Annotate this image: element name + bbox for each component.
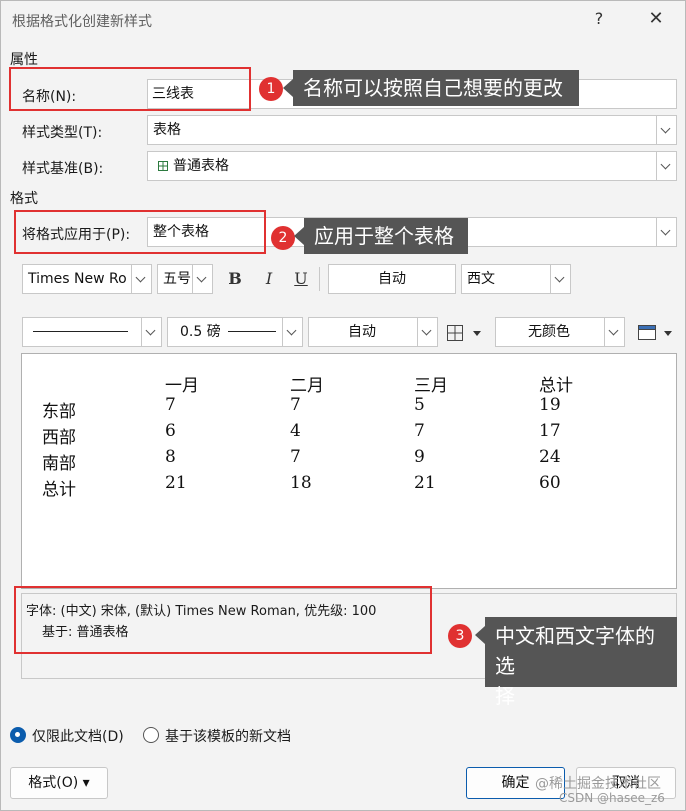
preview-cell: 21 xyxy=(414,473,436,493)
font-size-value: 五号 xyxy=(163,271,191,287)
annotation-callout-3-line2: 择 xyxy=(495,684,515,708)
chevron-down-icon[interactable] xyxy=(604,318,624,346)
annotation-badge-2: 2 xyxy=(271,226,295,250)
line-style-select[interactable] xyxy=(22,317,162,347)
line-weight-value: 0.5 磅 xyxy=(180,324,221,340)
preview-cell: 9 xyxy=(414,447,425,467)
chevron-down-icon[interactable] xyxy=(656,152,676,180)
table-grid-icon xyxy=(158,152,168,180)
annotation-callout-1: 名称可以按照自己想要的更改 xyxy=(283,70,579,106)
table-preview: 一月 二月 三月 总计 东部 7 7 5 19 西部 6 4 7 17 南部 8… xyxy=(21,353,677,589)
chevron-down-icon[interactable] xyxy=(131,265,151,293)
line-weight-sample xyxy=(228,331,276,332)
italic-button[interactable]: I xyxy=(257,267,281,291)
preview-row-label: 东部 xyxy=(42,402,76,422)
font-size-select[interactable]: 五号 xyxy=(157,264,213,294)
annotation-highlight-name xyxy=(9,67,251,111)
line-style-sample xyxy=(33,331,128,332)
border-color-value: 自动 xyxy=(348,324,376,340)
chevron-down-icon[interactable] xyxy=(656,116,676,144)
watermark-csdn: CSDN @hasee_z6 xyxy=(559,791,665,805)
border-color-select[interactable]: 自动 xyxy=(308,317,438,347)
format-section-label: 格式 xyxy=(10,191,38,207)
properties-section-label: 属性 xyxy=(10,52,38,68)
shading-value: 无颜色 xyxy=(528,324,570,340)
this-document-label[interactable]: 仅限此文档(D) xyxy=(32,726,124,746)
script-select[interactable]: 西文 xyxy=(461,264,571,294)
chevron-down-icon[interactable] xyxy=(282,318,302,346)
table-styles-icon[interactable] xyxy=(635,322,677,344)
new-documents-radio[interactable] xyxy=(143,727,159,743)
preview-header-cell: 一月 xyxy=(165,376,199,396)
preview-cell: 6 xyxy=(165,421,176,441)
preview-cell: 7 xyxy=(290,447,301,467)
style-type-value: 表格 xyxy=(153,122,181,138)
this-document-radio[interactable] xyxy=(10,727,26,743)
preview-cell: 18 xyxy=(290,473,312,493)
annotation-callout-3: 中文和西文字体的选 择 xyxy=(475,617,677,708)
chevron-down-icon[interactable] xyxy=(656,218,676,246)
new-documents-label[interactable]: 基于该模板的新文档 xyxy=(165,726,291,746)
chevron-down-icon[interactable] xyxy=(550,265,570,293)
bold-button[interactable]: B xyxy=(223,267,247,291)
preview-row-label: 西部 xyxy=(42,428,76,448)
preview-header-cell: 三月 xyxy=(414,376,448,396)
preview-cell: 17 xyxy=(539,421,561,441)
preview-cell: 8 xyxy=(165,447,176,467)
preview-cell: 5 xyxy=(414,395,425,415)
annotation-badge-3: 3 xyxy=(448,624,472,648)
close-button[interactable]: ✕ xyxy=(641,7,671,31)
preview-header-cell: 二月 xyxy=(290,376,324,396)
preview-cell: 7 xyxy=(290,395,301,415)
style-based-label: 样式基准(B): xyxy=(22,161,104,177)
script-value: 西文 xyxy=(467,271,495,287)
underline-button[interactable]: U xyxy=(289,267,313,291)
preview-cell: 21 xyxy=(165,473,187,493)
style-type-select[interactable]: 表格 xyxy=(147,115,677,145)
create-style-dialog: 根据格式化创建新样式 ? ✕ 属性 名称(N): 三线表 样式类型(T): 表格… xyxy=(0,0,686,811)
font-color-value: 自动 xyxy=(378,271,406,287)
preview-row-label: 南部 xyxy=(42,454,76,474)
annotation-callout-3-line1: 中文和西文字体的选 xyxy=(495,624,655,678)
style-based-value: 普通表格 xyxy=(173,158,229,174)
borders-grid-icon[interactable] xyxy=(446,322,486,344)
annotation-badge-1: 1 xyxy=(259,77,283,101)
annotation-highlight-apply-to xyxy=(14,210,266,254)
preview-cell: 19 xyxy=(539,395,561,415)
font-name-select[interactable]: Times New Ro xyxy=(22,264,152,294)
preview-cell: 7 xyxy=(165,395,176,415)
dialog-title: 根据格式化创建新样式 xyxy=(12,14,152,30)
preview-row-label: 总计 xyxy=(42,480,76,500)
style-based-select[interactable]: 普通表格 xyxy=(147,151,677,181)
font-color-select[interactable]: 自动 xyxy=(328,264,456,294)
line-weight-select[interactable]: 0.5 磅 xyxy=(167,317,303,347)
style-type-label: 样式类型(T): xyxy=(22,125,103,141)
preview-cell: 7 xyxy=(414,421,425,441)
font-name-value: Times New Ro xyxy=(28,271,127,287)
shading-select[interactable]: 无颜色 xyxy=(495,317,625,347)
preview-cell: 24 xyxy=(539,447,561,467)
annotation-highlight-description xyxy=(14,586,432,654)
watermark-juejin: @稀土掘金技术社区 xyxy=(535,776,661,792)
preview-cell: 4 xyxy=(290,421,301,441)
title-bar: 根据格式化创建新样式 ? ✕ xyxy=(1,1,685,39)
toolbar-divider xyxy=(319,267,320,291)
format-menu-button[interactable]: 格式(O) ▾ xyxy=(10,767,108,799)
help-button[interactable]: ? xyxy=(589,7,609,31)
preview-header-cell: 总计 xyxy=(539,376,573,396)
chevron-down-icon[interactable] xyxy=(417,318,437,346)
preview-cell: 60 xyxy=(539,473,561,493)
annotation-callout-2: 应用于整个表格 xyxy=(294,218,468,254)
chevron-down-icon[interactable] xyxy=(192,265,212,293)
chevron-down-icon[interactable] xyxy=(141,318,161,346)
